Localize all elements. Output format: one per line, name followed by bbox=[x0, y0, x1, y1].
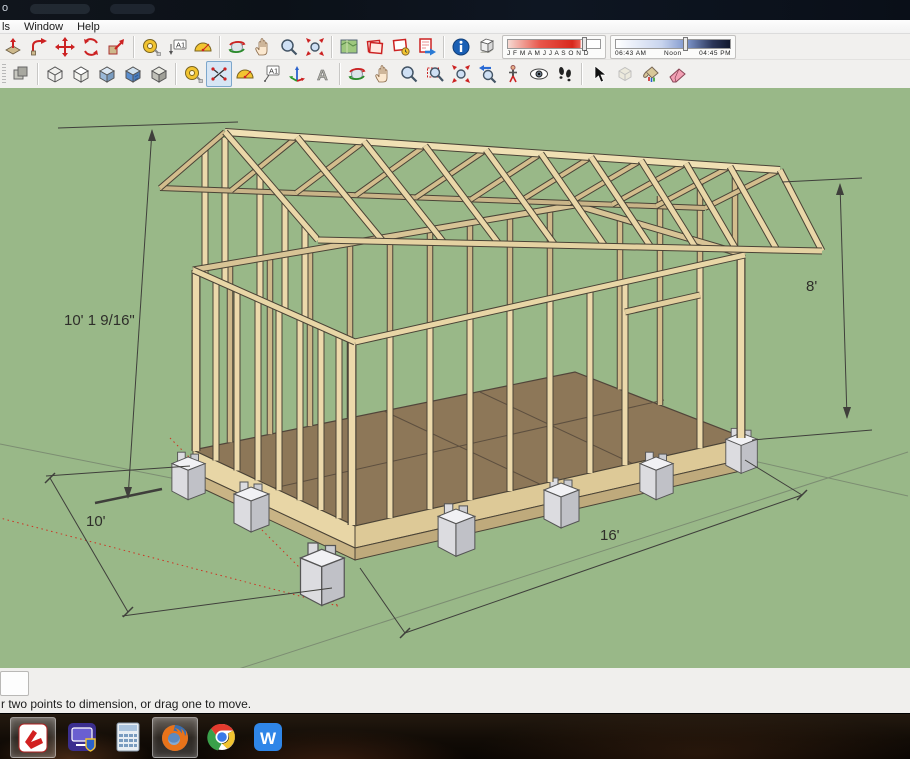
wps-writer-icon: W bbox=[254, 722, 282, 751]
position-camera-icon[interactable] bbox=[500, 61, 526, 87]
time-start-label: 06:43 AM bbox=[615, 49, 647, 57]
orbit-tool-icon[interactable] bbox=[344, 61, 370, 87]
calculator-icon bbox=[116, 722, 140, 751]
orbit-tool-icon[interactable] bbox=[224, 34, 250, 60]
dimension-tool-icon[interactable]: A1 bbox=[164, 34, 190, 60]
dimension-label-length: 16' bbox=[600, 527, 620, 544]
rotate-tool-icon[interactable] bbox=[78, 34, 104, 60]
menu-bar: ls Window Help bbox=[0, 20, 910, 34]
monochrome-style-icon[interactable] bbox=[146, 61, 172, 87]
hiddenline-style-icon[interactable] bbox=[68, 61, 94, 87]
time-slider-track[interactable] bbox=[615, 38, 731, 49]
menu-item-tools[interactable]: ls bbox=[0, 21, 17, 33]
shaded-textures-style-icon[interactable] bbox=[120, 61, 146, 87]
model-drawing[interactable]: 10' 1 9/16" 8' 10' 16' bbox=[0, 88, 910, 711]
firefox-icon bbox=[162, 724, 188, 751]
toolbar-separator bbox=[175, 63, 177, 85]
menu-item-window[interactable]: Window bbox=[17, 21, 70, 33]
taskbar: W bbox=[0, 713, 910, 759]
styles-icon[interactable] bbox=[8, 61, 34, 87]
text-tool-icon[interactable]: A1 bbox=[258, 61, 284, 87]
dimension-wall-height[interactable] bbox=[751, 177, 873, 441]
status-bar: r two points to dimension, or drag one t… bbox=[0, 668, 910, 713]
dimension-label-width: 10' bbox=[86, 513, 106, 530]
scale-tool-icon[interactable] bbox=[104, 34, 130, 60]
tape-measure-tool-icon[interactable] bbox=[180, 61, 206, 87]
protractor-tool-icon[interactable] bbox=[232, 61, 258, 87]
media-app-icon bbox=[68, 722, 96, 752]
photomatch-edit-icon[interactable] bbox=[388, 34, 414, 60]
zoom-tool-icon[interactable] bbox=[396, 61, 422, 87]
window-titlebar: o bbox=[0, 0, 910, 20]
month-slider-labels: J F M A M J J A S O N D bbox=[507, 49, 589, 57]
protractor-tool-icon[interactable] bbox=[190, 34, 216, 60]
taskbar-media-app-button[interactable] bbox=[60, 717, 104, 756]
zoom-previous-icon[interactable] bbox=[474, 61, 500, 87]
chrome-icon bbox=[207, 723, 235, 750]
time-noon-label: Noon bbox=[664, 49, 682, 57]
taskbar-firefox-button[interactable] bbox=[152, 717, 198, 758]
3d-text-tool-icon[interactable]: A bbox=[310, 61, 336, 87]
titlebar-decoration bbox=[110, 4, 155, 14]
axes-tool-icon[interactable] bbox=[284, 61, 310, 87]
taskbar-sketchup-button[interactable] bbox=[10, 717, 56, 758]
titlebar-decoration bbox=[30, 4, 90, 14]
pan-tool-icon[interactable] bbox=[370, 61, 396, 87]
dimension-label-height: 10' 1 9/16" bbox=[64, 312, 135, 329]
toolbar-separator bbox=[339, 63, 341, 85]
zoom-extents-icon[interactable] bbox=[302, 34, 328, 60]
zoom-tool-icon[interactable] bbox=[276, 34, 302, 60]
geolocation-icon[interactable] bbox=[336, 34, 362, 60]
model-canvas[interactable]: 10' 1 9/16" 8' 10' 16' bbox=[0, 88, 910, 711]
measurements-box[interactable] bbox=[0, 671, 29, 696]
svg-text:A1: A1 bbox=[176, 40, 185, 49]
taskbar-chrome-button[interactable] bbox=[200, 717, 244, 756]
month-slider-handle[interactable] bbox=[582, 36, 587, 51]
toolbar-separator bbox=[133, 35, 135, 58]
pushpull-tool-icon[interactable] bbox=[0, 34, 26, 60]
shadows-toggle-icon[interactable] bbox=[474, 34, 500, 60]
model-info-icon[interactable] bbox=[448, 34, 474, 60]
toolbar-row-1: A1 J F M A M J J A S O N D 06:43 AM Noon… bbox=[0, 34, 910, 60]
tape-measure-tool-icon[interactable] bbox=[138, 34, 164, 60]
taskbar-wps-button[interactable]: W bbox=[246, 717, 290, 756]
zoom-window-icon[interactable] bbox=[422, 61, 448, 87]
toolbar-grip[interactable] bbox=[2, 64, 6, 84]
pan-tool-icon[interactable] bbox=[250, 34, 276, 60]
toolbar-separator bbox=[443, 35, 445, 58]
walk-tool-icon[interactable] bbox=[552, 61, 578, 87]
menu-item-help[interactable]: Help bbox=[70, 21, 107, 33]
svg-text:A: A bbox=[317, 67, 328, 84]
photomatch-icon[interactable] bbox=[362, 34, 388, 60]
wireframe-style-icon[interactable] bbox=[42, 61, 68, 87]
svg-text:W: W bbox=[260, 729, 277, 748]
followme-tool-icon[interactable] bbox=[26, 34, 52, 60]
make-component-icon[interactable] bbox=[612, 61, 638, 87]
time-slider-handle[interactable] bbox=[683, 36, 688, 51]
zoom-extents-icon[interactable] bbox=[448, 61, 474, 87]
toolbar-separator bbox=[331, 35, 333, 58]
paint-bucket-icon[interactable] bbox=[638, 61, 664, 87]
dimension-label-wall-height: 8' bbox=[806, 278, 817, 295]
status-message: r two points to dimension, or drag one t… bbox=[1, 697, 252, 711]
svg-text:A1: A1 bbox=[269, 67, 278, 76]
toolbar-separator bbox=[581, 63, 583, 85]
time-slider-labels: 06:43 AM Noon 04:45 PM bbox=[615, 50, 731, 57]
export-icon[interactable] bbox=[414, 34, 440, 60]
shadow-month-slider[interactable]: J F M A M J J A S O N D bbox=[502, 34, 606, 59]
time-end-label: 04:45 PM bbox=[699, 49, 731, 57]
sketchup-icon bbox=[18, 723, 48, 752]
toolbar-separator bbox=[219, 35, 221, 58]
toolbar-row-2: A1 A bbox=[0, 60, 910, 89]
eraser-tool-icon[interactable] bbox=[664, 61, 690, 87]
shaded-style-icon[interactable] bbox=[94, 61, 120, 87]
toolbar-separator bbox=[37, 63, 39, 85]
move-tool-icon[interactable] bbox=[52, 34, 78, 60]
look-around-icon[interactable] bbox=[526, 61, 552, 87]
select-tool-icon[interactable] bbox=[586, 61, 612, 87]
window-title: o bbox=[2, 2, 9, 14]
shadow-time-slider[interactable]: 06:43 AM Noon 04:45 PM bbox=[610, 34, 736, 59]
dimension-tool-icon-active[interactable] bbox=[206, 61, 232, 87]
taskbar-calculator-button[interactable] bbox=[106, 717, 150, 756]
